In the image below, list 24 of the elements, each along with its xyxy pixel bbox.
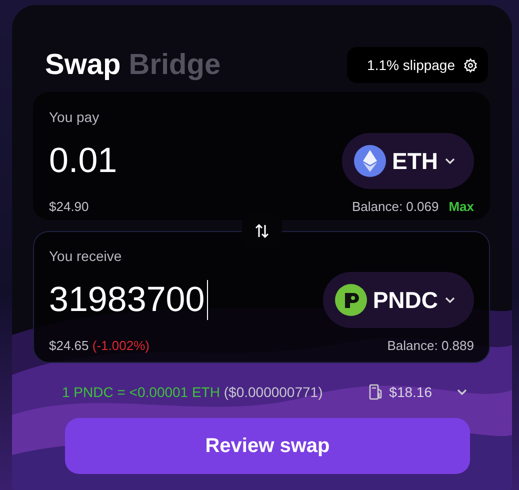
fuel-pump-icon — [369, 384, 384, 400]
exchange-rate: 1 PNDC = <0.00001 ETH ($0.000000771) — [62, 384, 323, 400]
chevron-down-icon — [444, 296, 456, 304]
review-swap-button[interactable]: Review swap — [65, 418, 470, 474]
token-logo-icon — [334, 284, 367, 316]
token-selector[interactable]: ETH — [342, 133, 474, 189]
chevron-down-icon — [444, 157, 456, 165]
tab[interactable]: Swap — [45, 48, 121, 82]
amount-field[interactable]: 31983700 — [49, 280, 208, 320]
gas-cost: $18.16 — [389, 384, 432, 400]
slippage-button[interactable]: 1.1% slippage — [347, 47, 488, 83]
panel-label: You pay — [49, 109, 100, 125]
expand-icon — [456, 388, 468, 396]
balance-text: Balance: 0.069 — [352, 199, 439, 214]
max-button[interactable]: Max — [448, 199, 474, 214]
usd-value: $24.90 — [49, 199, 89, 214]
usd-value: $24.65 (-1.002%) — [49, 338, 150, 353]
settings-icon — [463, 58, 478, 72]
swap-arrows-icon — [255, 223, 269, 239]
ethereum-icon — [354, 145, 386, 177]
balance-text: Balance: 0.889 — [387, 338, 474, 353]
amount-field[interactable]: 0.01 — [49, 141, 120, 181]
panel-label: You receive — [49, 248, 123, 264]
token-selector[interactable]: PNDC — [322, 272, 474, 328]
